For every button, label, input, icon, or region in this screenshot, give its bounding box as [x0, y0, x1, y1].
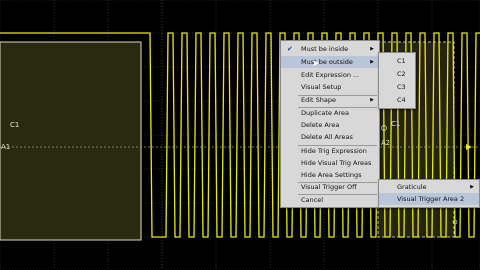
menu-item-delete-all-areas[interactable]: Delete All Areas	[281, 131, 379, 143]
submenu-item-visual-trigger-area-2[interactable]: Visual Trigger Area 2	[379, 193, 479, 205]
menu-item-must-be-inside[interactable]: ✔ Must be inside ▶	[281, 43, 379, 55]
visual-trigger-area-1[interactable]	[0, 41, 142, 241]
submenu-item-c4[interactable]: C4	[379, 94, 415, 107]
graticule-submenu: Graticule ▶ Visual Trigger Area 2	[378, 179, 480, 208]
submenu-arrow-icon: ▶	[470, 184, 474, 190]
menu-item-hide-visual-trig-areas[interactable]: Hide Visual Trig Areas	[281, 157, 379, 169]
submenu-item-label: Graticule	[397, 183, 427, 191]
menu-item-label: Visual Setup	[301, 83, 342, 91]
menu-item-must-be-outside[interactable]: Must be outside ▶	[281, 56, 379, 68]
menu-item-label: Delete All Areas	[301, 133, 353, 141]
scope-display[interactable]	[0, 0, 480, 270]
submenu-arrow-icon: ▶	[370, 46, 374, 52]
menu-item-label: Cancel	[301, 196, 324, 204]
menu-item-label: Must be inside	[301, 45, 349, 53]
trigger-level-marker-icon[interactable]	[466, 144, 472, 150]
menu-item-label: Hide Area Settings	[301, 171, 362, 179]
submenu-item-label: C3	[397, 83, 406, 91]
menu-item-delete-area[interactable]: Delete Area	[281, 119, 379, 131]
menu-item-label: Hide Visual Trig Areas	[301, 159, 372, 167]
menu-item-hide-trig-expression[interactable]: Hide Trig Expression	[281, 145, 379, 157]
menu-item-label: Duplicate Area	[301, 109, 349, 117]
submenu-item-graticule[interactable]: Graticule ▶	[379, 181, 479, 193]
menu-item-label: Must be outside	[301, 58, 353, 66]
submenu-item-c3[interactable]: C3	[379, 81, 415, 94]
submenu-arrow-icon: ▶	[370, 59, 374, 65]
menu-item-label: Edit Expression ...	[301, 71, 360, 79]
area2-marker-label: A2	[381, 139, 391, 147]
submenu-item-label: C4	[397, 96, 406, 104]
submenu-item-label: C1	[397, 57, 406, 65]
menu-item-label: Visual Trigger Off	[301, 183, 357, 191]
menu-item-visual-setup[interactable]: Visual Setup	[281, 81, 379, 93]
area1-channel-label: C1	[10, 121, 20, 129]
area1-marker-label: A1	[1, 143, 11, 151]
submenu-arrow-icon: ▶	[370, 97, 374, 103]
menu-item-duplicate-area[interactable]: Duplicate Area	[281, 107, 379, 119]
mouse-pointer-icon: ➤	[312, 59, 320, 69]
menu-item-edit-expression[interactable]: Edit Expression ...	[281, 69, 379, 81]
menu-item-edit-shape[interactable]: Edit Shape ▶	[281, 94, 379, 106]
menu-item-cancel[interactable]: Cancel	[281, 194, 379, 206]
area2-channel-label: C1	[391, 120, 401, 128]
submenu-item-c2[interactable]: C2	[379, 68, 415, 81]
menu-item-hide-area-settings[interactable]: Hide Area Settings	[281, 169, 379, 181]
context-menu: ✔ Must be inside ▶ Must be outside ▶ Edi…	[280, 40, 380, 208]
submenu-item-label: Visual Trigger Area 2	[397, 195, 465, 203]
submenu-item-c1[interactable]: C1	[379, 55, 415, 68]
menu-item-label: Delete Area	[301, 121, 340, 129]
checkmark-icon: ✔	[287, 45, 293, 53]
channel-submenu: C1 C2 C3 C4	[378, 52, 416, 109]
submenu-item-label: C2	[397, 70, 406, 78]
menu-item-visual-trigger-off[interactable]: Visual Trigger Off	[281, 181, 379, 193]
menu-item-label: Edit Shape	[301, 96, 337, 104]
menu-item-label: Hide Trig Expression	[301, 147, 367, 155]
